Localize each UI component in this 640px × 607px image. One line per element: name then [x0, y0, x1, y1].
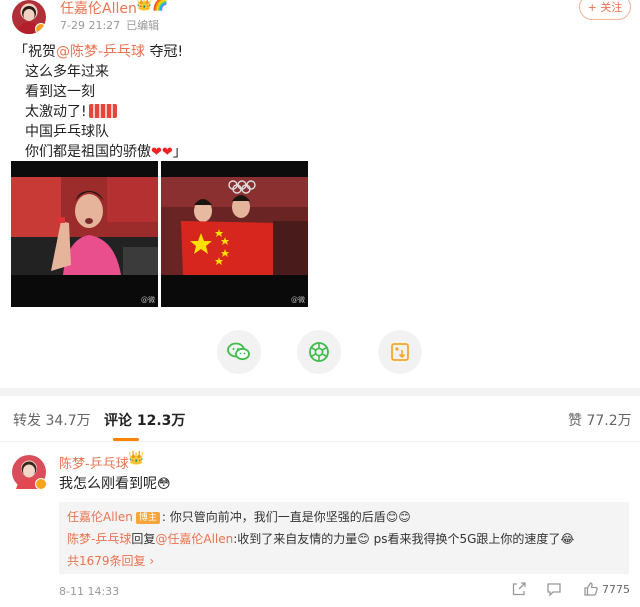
- post-content: 「祝贺@陈梦-乒乓球 夺冠! 这么多年过来 看到这一刻 太激动了! 中国乒乓球队…: [14, 42, 187, 162]
- comment-body: 我怎么刚看到呢: [59, 476, 157, 492]
- reply-target[interactable]: @任嘉伦Allen: [155, 532, 233, 546]
- photo-letterbox-bottom: [161, 275, 308, 307]
- content-line: 你们都是祖国的骄傲❤❤」: [14, 142, 187, 162]
- author-name[interactable]: 任嘉伦Allen: [60, 0, 137, 18]
- crown-badge-icon: 👑: [128, 451, 145, 466]
- share-comment-button[interactable]: [511, 581, 527, 600]
- photo-watermark: @微: [141, 296, 155, 304]
- reply-user[interactable]: 任嘉伦Allen: [67, 510, 133, 524]
- tab-like[interactable]: 赞 77.2万: [568, 410, 632, 430]
- interaction-tabs: 转发 34.7万 评论 12.3万 赞 77.2万: [0, 396, 640, 442]
- content-text: 太激动了!: [25, 104, 87, 120]
- edited-label: 已编辑: [126, 19, 160, 32]
- laugh-emoji-icon: 😂: [560, 532, 575, 546]
- tab-comment[interactable]: 评论 12.3万: [104, 410, 185, 430]
- commenter-avatar[interactable]: [12, 455, 47, 490]
- follow-button[interactable]: + 关注: [579, 0, 631, 20]
- photo-letterbox-bottom: [11, 275, 158, 307]
- reply-text: ps看来我得换个5G跟上你的速度了: [369, 532, 561, 546]
- comment-icon: [547, 583, 561, 597]
- content-line: 这么多年过来: [25, 64, 109, 80]
- thumbs-up-icon: [584, 582, 598, 596]
- smile-emoji-icon: 😊😊: [385, 510, 411, 524]
- commenter-name[interactable]: 陈梦-乒乓球: [59, 453, 129, 472]
- like-count: 7775: [602, 583, 630, 596]
- share-wechat-button[interactable]: [217, 330, 261, 374]
- photo-letterbox-top: [161, 161, 308, 177]
- save-image-icon: [391, 343, 409, 361]
- verified-badge-icon: [35, 478, 47, 490]
- share-icon: [512, 582, 526, 596]
- reply-user[interactable]: 陈梦-乒乓球: [67, 532, 131, 546]
- tab-repost[interactable]: 转发 34.7万: [13, 410, 91, 430]
- comment-item: 陈梦-乒乓球 👑 我怎么刚看到呢😳 任嘉伦Allen 博主: 你只管向前冲，我们一…: [0, 443, 640, 607]
- content-text: 你们都是祖国的骄傲: [25, 144, 151, 160]
- photo-watermark: @微: [291, 296, 305, 304]
- surprised-emoji-icon: 😳: [157, 477, 171, 492]
- photo-letterbox-top: [11, 161, 158, 177]
- comment-time: 8-11 14:33: [59, 585, 120, 598]
- reply-verb: 回复: [131, 532, 156, 546]
- more-replies-link[interactable]: 共1679条回复 ›: [67, 550, 621, 572]
- post-time: 7-29 21:27: [60, 19, 121, 32]
- share-moments-button[interactable]: [297, 330, 341, 374]
- smile-emoji-icon: 😊: [357, 532, 370, 546]
- content-text: 「祝贺: [14, 44, 56, 60]
- content-text: 」: [172, 144, 187, 160]
- reply-comment-button[interactable]: [546, 581, 562, 600]
- reply-item: 陈梦-乒乓球回复@任嘉伦Allen:收到了来自友情的力量😊 ps看来我得换个5G…: [67, 528, 621, 550]
- reply-text: : 你只管向前冲，我们一直是你坚强的后盾: [161, 510, 386, 524]
- author-avatar[interactable]: [12, 0, 46, 34]
- author-badges-icon: 👑🌈: [136, 0, 169, 12]
- content-line: 看到这一刻: [25, 84, 95, 100]
- content-line: 太激动了!: [14, 102, 187, 122]
- host-tag: 博主: [135, 512, 160, 524]
- active-tab-indicator: [113, 438, 139, 441]
- comment-text: 我怎么刚看到呢😳: [59, 473, 171, 493]
- weibo-post: 任嘉伦Allen 👑🌈 7-29 21:27 已编辑 + 关注 「祝贺@陈梦-乒乓…: [0, 0, 640, 390]
- save-image-button[interactable]: [378, 330, 422, 374]
- post-photo-1[interactable]: @微: [11, 161, 158, 307]
- replies-box[interactable]: 任嘉伦Allen 博主: 你只管向前冲，我们一直是你坚强的后盾😊😊 陈梦-乒乓球回…: [59, 502, 629, 574]
- flag-emoji-icon: [88, 104, 117, 118]
- verified-badge-icon: [35, 23, 46, 34]
- section-divider: [0, 388, 640, 396]
- wechat-icon: [227, 342, 250, 361]
- content-text: 夺冠!: [145, 44, 184, 60]
- content-line: 「祝贺@陈梦-乒乓球 夺冠!: [14, 42, 187, 62]
- like-comment-button[interactable]: [583, 581, 599, 600]
- post-photo-2[interactable]: @微: [161, 161, 308, 307]
- moments-icon: [309, 342, 329, 362]
- content-line: 中国乒乓球队: [25, 124, 109, 140]
- mention-link[interactable]: @陈梦-乒乓球: [56, 44, 145, 60]
- heart-emoji-icon: ❤❤: [151, 145, 173, 160]
- reply-item: 任嘉伦Allen 博主: 你只管向前冲，我们一直是你坚强的后盾😊😊: [67, 506, 621, 528]
- post-meta: 7-29 21:27 已编辑: [60, 17, 165, 33]
- reply-text: :收到了来自友情的力量: [233, 532, 358, 546]
